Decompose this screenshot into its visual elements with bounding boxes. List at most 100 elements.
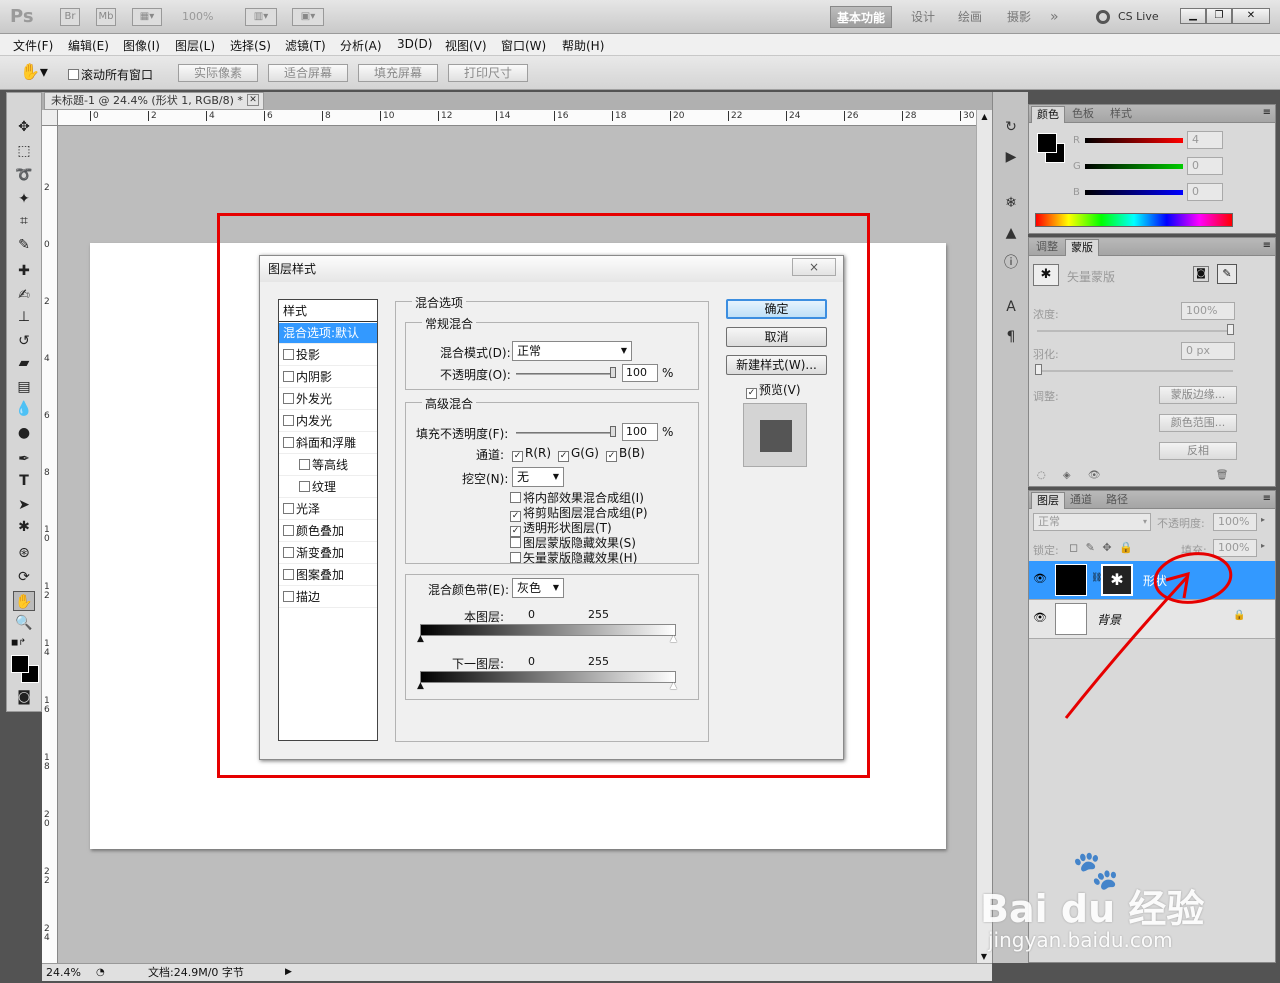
ruler-origin[interactable] xyxy=(42,110,58,126)
history-brush-tool-icon[interactable]: ↺ xyxy=(13,331,35,351)
crop-tool-icon[interactable]: ⌗ xyxy=(13,211,35,231)
quick-mask-icon[interactable]: ◙ xyxy=(13,687,35,707)
histogram-panel-icon[interactable]: ▲ xyxy=(1001,224,1021,242)
bridge-button[interactable]: Br xyxy=(60,8,80,26)
tab-styles[interactable]: 样式 xyxy=(1105,106,1137,123)
g-value[interactable]: 0 xyxy=(1187,157,1223,175)
actions-panel-icon[interactable]: ▶ xyxy=(1001,148,1021,166)
zoom-level[interactable]: 24.4% xyxy=(46,964,81,981)
magic-wand-tool-icon[interactable]: ✦ xyxy=(13,189,35,209)
tab-layers[interactable]: 图层 xyxy=(1031,492,1065,509)
zoom-select[interactable]: 100% xyxy=(182,10,213,23)
scroll-all-windows-checkbox[interactable]: 滚动所有窗口 xyxy=(68,66,153,83)
r-value[interactable]: 4 xyxy=(1187,131,1223,149)
toggle-mask-visibility-icon[interactable]: 👁 xyxy=(1088,470,1101,481)
fill-arrow-icon[interactable]: ▸ xyxy=(1261,541,1265,550)
menu-image[interactable]: 图像(I) xyxy=(123,37,160,54)
pen-tool-icon[interactable]: ✒ xyxy=(13,449,35,469)
mask-edge-button[interactable]: 蒙版边缘... xyxy=(1159,386,1237,404)
menu-layer[interactable]: 图层(L) xyxy=(175,37,215,54)
tab-channels[interactable]: 通道 xyxy=(1065,492,1097,509)
fill-screen-button[interactable]: 填充屏幕 xyxy=(358,64,438,82)
close-window-button[interactable]: ✕ xyxy=(1232,8,1270,24)
hand-tool-preset-icon[interactable]: ✋▾ xyxy=(20,62,48,81)
eyedropper-tool-icon[interactable]: ✎ xyxy=(13,235,35,255)
menu-analysis[interactable]: 分析(A) xyxy=(340,37,382,54)
r-slider[interactable] xyxy=(1085,138,1183,143)
close-tab-icon[interactable]: ✕ xyxy=(247,94,259,106)
select-pixel-mask-icon[interactable]: ◙ xyxy=(1193,266,1209,282)
3d-rotate-tool-icon[interactable]: ⊛ xyxy=(13,543,35,563)
paragraph-panel-icon[interactable]: ¶ xyxy=(1001,328,1021,346)
eraser-tool-icon[interactable]: ▰ xyxy=(13,353,35,373)
apply-mask-icon[interactable]: ◈ xyxy=(1063,470,1071,481)
feather-value[interactable]: 0 px xyxy=(1181,342,1235,360)
print-size-button[interactable]: 打印尺寸 xyxy=(448,64,528,82)
dodge-tool-icon[interactable]: ● xyxy=(13,423,35,443)
path-selection-tool-icon[interactable]: ➤ xyxy=(13,495,35,515)
move-tool-icon[interactable]: ✥ xyxy=(13,117,35,137)
character-panel-icon[interactable]: A xyxy=(1001,298,1021,316)
shape-tool-icon[interactable]: ✱ xyxy=(13,517,35,537)
arrange-docs-button[interactable]: ▥▾ xyxy=(245,8,277,26)
info-panel-icon[interactable]: ⓘ xyxy=(1001,254,1021,272)
tab-masks[interactable]: 蒙版 xyxy=(1065,239,1099,256)
fit-screen-button[interactable]: 适合屏幕 xyxy=(268,64,348,82)
default-colors-icon[interactable]: ◼↱ xyxy=(11,638,26,648)
workspace-photography[interactable]: 摄影 xyxy=(1001,6,1037,28)
menu-help[interactable]: 帮助(H) xyxy=(562,37,604,54)
menu-window[interactable]: 窗口(W) xyxy=(501,37,546,54)
clone-stamp-tool-icon[interactable]: ⊥ xyxy=(13,307,35,327)
density-slider-thumb[interactable] xyxy=(1227,324,1234,335)
history-panel-icon[interactable]: ↻ xyxy=(1001,118,1021,136)
color-spectrum-bar[interactable] xyxy=(1035,213,1233,227)
vertical-scrollbar[interactable]: ▲ ▼ xyxy=(976,110,992,963)
restore-button[interactable]: ❐ xyxy=(1206,8,1232,24)
workspace-painting[interactable]: 绘画 xyxy=(952,6,988,28)
zoom-tool-icon[interactable]: 🔍 xyxy=(13,613,35,633)
lasso-tool-icon[interactable]: ➰ xyxy=(13,165,35,185)
brush-tool-icon[interactable]: ✍ xyxy=(13,285,35,305)
status-menu-arrow[interactable]: ▶ xyxy=(285,964,292,981)
healing-brush-tool-icon[interactable]: ✚ xyxy=(13,261,35,281)
visibility-eye-icon[interactable]: 👁 xyxy=(1033,611,1047,624)
load-selection-icon[interactable]: ◌ xyxy=(1037,470,1046,481)
menu-file[interactable]: 文件(F) xyxy=(13,37,53,54)
tab-paths[interactable]: 路径 xyxy=(1101,492,1133,509)
3d-panel-icon[interactable]: ❄ xyxy=(1001,194,1021,212)
menu-3d[interactable]: 3D(D) xyxy=(397,37,432,51)
panel-menu-icon[interactable]: ≡ xyxy=(1263,493,1271,504)
invert-button[interactable]: 反相 xyxy=(1159,442,1237,460)
workspace-design[interactable]: 设计 xyxy=(905,6,941,28)
menu-filter[interactable]: 滤镜(T) xyxy=(285,37,326,54)
opacity-arrow-icon[interactable]: ▸ xyxy=(1261,515,1265,524)
menu-select[interactable]: 选择(S) xyxy=(230,37,271,54)
foreground-color-swatch[interactable] xyxy=(11,655,29,673)
blur-tool-icon[interactable]: 💧 xyxy=(13,399,35,419)
workspace-essentials[interactable]: 基本功能 xyxy=(830,6,893,28)
view-extras-button[interactable]: ▦▾ xyxy=(132,8,162,26)
select-vector-mask-icon[interactable]: ✎ xyxy=(1217,264,1237,284)
density-value[interactable]: 100% xyxy=(1181,302,1235,320)
panel-menu-icon[interactable]: ≡ xyxy=(1263,240,1271,251)
b-slider[interactable] xyxy=(1085,190,1183,195)
panel-menu-icon[interactable]: ≡ xyxy=(1263,107,1271,118)
type-tool-icon[interactable]: T xyxy=(13,471,35,491)
b-value[interactable]: 0 xyxy=(1187,183,1223,201)
more-workspaces-button[interactable]: » xyxy=(1044,6,1065,28)
hand-tool-icon[interactable]: ✋ xyxy=(13,591,35,611)
feather-slider-thumb[interactable] xyxy=(1035,364,1042,375)
density-slider[interactable] xyxy=(1037,330,1233,332)
color-fg-swatch[interactable] xyxy=(1037,133,1057,153)
document-tab[interactable]: 未标题-1 @ 24.4% (形状 1, RGB/8) * ✕ xyxy=(44,92,264,110)
marquee-tool-icon[interactable]: ⬚ xyxy=(13,141,35,161)
minimize-button[interactable]: ▁ xyxy=(1180,8,1206,24)
g-slider[interactable] xyxy=(1085,164,1183,169)
feather-slider[interactable] xyxy=(1037,370,1233,372)
tab-color[interactable]: 颜色 xyxy=(1031,106,1065,123)
screen-mode-button[interactable]: ▣▾ xyxy=(292,8,324,26)
color-range-button[interactable]: 颜色范围... xyxy=(1159,414,1237,432)
menu-view[interactable]: 视图(V) xyxy=(445,37,487,54)
status-options-icon[interactable]: ◔ xyxy=(96,964,105,981)
tab-swatches[interactable]: 色板 xyxy=(1067,106,1099,123)
